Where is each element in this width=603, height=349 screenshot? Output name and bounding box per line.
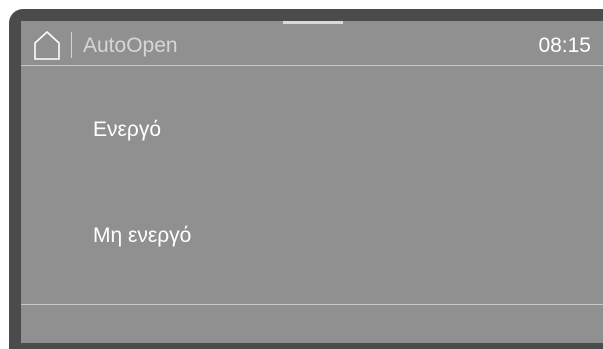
device-display: AutoOpen 08:15 Ενεργό Μη ενεργό [0,0,603,349]
header-bar: AutoOpen 08:15 [21,25,603,65]
option-inactive-label: Μη ενεργό [93,224,192,247]
option-inactive[interactable]: Μη ενεργό [21,185,603,285]
footer-separator [21,304,603,305]
option-active-label: Ενεργό [93,118,161,141]
header-separator [21,65,603,66]
clock-time: 08:15 [538,34,591,57]
home-icon [34,30,60,60]
header-divider [71,32,72,58]
page-title: AutoOpen [83,34,178,57]
scroll-indicator [283,21,343,24]
option-active[interactable]: Ενεργό [21,80,603,180]
display-screen [21,21,603,343]
home-button[interactable] [30,28,64,62]
